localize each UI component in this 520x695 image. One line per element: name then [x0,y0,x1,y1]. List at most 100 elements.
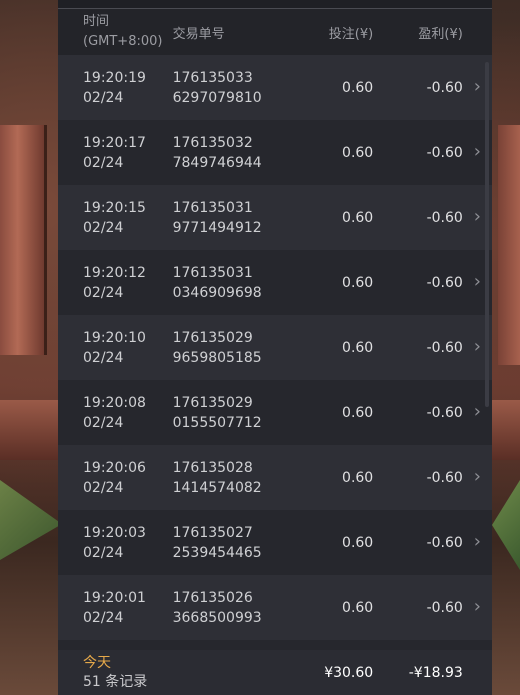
table-row[interactable]: 19:20:15 02/24 176135031 9771494912 0.60 -0.6… [58,185,492,250]
chevron-right-icon: › [473,271,481,292]
row-date-value: 02/24 [83,349,124,366]
header-bet: 投注(¥) [328,26,374,42]
row-profit: -0.60 [426,79,463,96]
row-order: 176135033 6297079810 [173,68,290,108]
table-header: 时间 (GMT+8:00) 交易单号 投注(¥) 盈利(¥) [58,9,492,55]
row-order-part-b: 9659805185 [172,349,262,366]
row-date-value: 02/24 [83,219,124,236]
row-bet: 0.60 [342,209,374,226]
row-order-part-b: 1414574082 [172,479,262,496]
row-time-value: 19:20:01 [83,589,146,606]
table-row[interactable]: 19:20:06 02/24 176135028 1414574082 0.60 -0.6… [58,445,492,510]
row-bet: 0.60 [342,144,374,161]
header-profit: 盈利(¥) [418,26,463,42]
row-bet: 0.60 [342,274,374,291]
row-order-part-b: 0346909698 [172,284,262,301]
chevron-right-icon: › [473,466,481,487]
background-ledge-right [492,400,520,460]
row-time-value: 19:20:10 [83,329,146,346]
row-order-part-a: 176135031 [172,199,253,216]
row-order: 176135026 3668500993 [173,588,290,628]
footer-record-count: 51 条记录 [83,673,148,690]
list-scrollbar[interactable] [485,62,489,407]
row-profit: -0.60 [426,534,463,551]
row-time: 19:20:17 02/24 [58,133,173,173]
row-date-value: 02/24 [83,154,124,171]
bet-record-list[interactable]: 19:20:19 02/24 176135033 6297079810 0.60 -0.6… [58,55,492,640]
footer-period: 今天 51 条记录 [58,654,173,692]
row-order-part-a: 176135029 [172,329,253,346]
row-order-part-b: 6297079810 [172,89,262,106]
row-order-part-b: 7849746944 [172,154,262,171]
bet-history-panel: 时间 (GMT+8:00) 交易单号 投注(¥) 盈利(¥) 19:20:19 0… [58,0,492,695]
row-time: 19:20:15 02/24 [58,198,173,238]
background-pillar-right [498,125,520,365]
table-row[interactable]: 19:20:03 02/24 176135027 2539454465 0.60 -0.6… [58,510,492,575]
row-time: 19:20:01 02/24 [58,588,173,628]
row-profit: -0.60 [426,274,463,291]
table-row[interactable]: 19:20:08 02/24 176135029 0155507712 0.60 -0.6… [58,380,492,445]
table-row[interactable]: 19:20:10 02/24 176135029 9659805185 0.60 -0.6… [58,315,492,380]
table-row[interactable]: 19:20:01 02/24 176135026 3668500993 0.60 -0.6… [58,575,492,640]
row-time-value: 19:20:12 [83,264,146,281]
row-profit: -0.60 [426,339,463,356]
row-order: 176135031 0346909698 [173,263,290,303]
chevron-right-icon: › [473,531,481,552]
row-order-part-a: 176135031 [172,264,253,281]
row-order: 176135029 9659805185 [173,328,290,368]
row-time: 19:20:10 02/24 [58,328,173,368]
row-time: 19:20:03 02/24 [58,523,173,563]
row-profit: -0.60 [426,599,463,616]
row-time: 19:20:19 02/24 [58,68,173,108]
row-order-part-b: 3668500993 [172,609,262,626]
row-detail-link[interactable]: › [463,467,492,488]
row-bet: 0.60 [342,79,374,96]
chevron-right-icon: › [473,206,481,227]
footer-total-profit: -¥18.93 [408,664,463,681]
row-date-value: 02/24 [83,609,124,626]
row-order: 176135028 1414574082 [173,458,290,498]
row-time-value: 19:20:17 [83,134,146,151]
row-time-value: 19:20:03 [83,524,146,541]
row-time-value: 19:20:06 [83,459,146,476]
background-pillar-left [0,125,47,355]
footer-today-label[interactable]: 今天 [83,654,173,673]
header-order: 交易单号 [172,26,225,42]
row-order-part-a: 176135032 [172,134,253,151]
row-date-value: 02/24 [83,89,124,106]
row-profit: -0.60 [426,404,463,421]
row-detail-link[interactable]: › [463,597,492,618]
chevron-right-icon: › [473,76,481,97]
row-time-value: 19:20:15 [83,199,146,216]
row-order: 176135029 0155507712 [173,393,290,433]
row-time: 19:20:08 02/24 [58,393,173,433]
header-time: 时间 (GMT+8:00) [58,12,173,52]
header-timezone: (GMT+8:00) [83,34,163,49]
row-profit: -0.60 [426,469,463,486]
row-time: 19:20:12 02/24 [58,263,173,303]
row-order-part-a: 176135028 [172,459,253,476]
row-order: 176135027 2539454465 [173,523,290,563]
panel-top-divider [58,0,492,9]
row-order-part-b: 9771494912 [172,219,262,236]
row-date-value: 02/24 [83,414,124,431]
row-detail-link[interactable]: › [463,532,492,553]
row-time-value: 19:20:08 [83,394,146,411]
row-time: 19:20:06 02/24 [58,458,173,498]
table-row[interactable]: 19:20:17 02/24 176135032 7849746944 0.60 -0.6… [58,120,492,185]
row-bet: 0.60 [342,469,374,486]
header-time-label: 时间 [83,14,110,29]
row-order-part-a: 176135026 [172,589,253,606]
row-order-part-b: 0155507712 [172,414,262,431]
row-bet: 0.60 [342,534,374,551]
background-ledge-left [0,400,60,460]
row-order-part-b: 2539454465 [172,544,262,561]
row-bet: 0.60 [342,599,374,616]
row-order-part-a: 176135027 [172,524,253,541]
footer-total-bet: ¥30.60 [324,664,374,681]
row-date-value: 02/24 [83,284,124,301]
table-row[interactable]: 19:20:19 02/24 176135033 6297079810 0.60 -0.6… [58,55,492,120]
row-bet: 0.60 [342,404,374,421]
row-date-value: 02/24 [83,479,124,496]
table-row[interactable]: 19:20:12 02/24 176135031 0346909698 0.60 -0.6… [58,250,492,315]
